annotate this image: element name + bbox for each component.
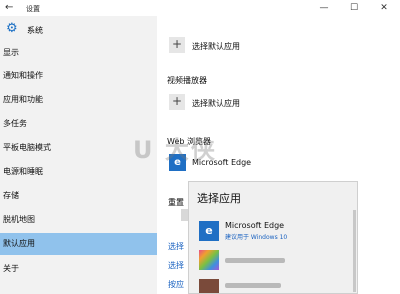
plus-icon[interactable]: + <box>169 94 185 110</box>
choose-app-flyout: 选择应用 e Microsoft Edge 建议用于 Windows 10 <box>188 181 358 294</box>
choose-default-video-app[interactable]: 选择默认应用 <box>192 98 240 109</box>
choose-default-app-link[interactable]: 选择默认应用 <box>192 41 240 52</box>
reset-heading: 重置 <box>168 198 184 207</box>
sidebar-item-offline-maps[interactable]: 脱机地图 <box>0 209 157 231</box>
choose-by-protocol-link[interactable]: 选择 <box>168 260 184 271</box>
sidebar-item-storage[interactable]: 存储 <box>0 185 157 207</box>
blurred-app-name[interactable] <box>225 283 281 288</box>
sidebar-item-about[interactable]: 关于 <box>0 258 157 280</box>
set-defaults-by-app-link[interactable]: 按应 <box>168 279 184 290</box>
app-icon[interactable] <box>199 279 219 293</box>
close-button[interactable]: ✕ <box>369 0 399 16</box>
choose-by-filetype-link[interactable]: 选择 <box>168 241 184 252</box>
sidebar-item-default-apps[interactable]: 默认应用 <box>0 233 157 255</box>
maximize-button[interactable]: ☐ <box>339 0 369 16</box>
video-player-heading: 视频播放器 <box>167 76 207 85</box>
scrollbar[interactable] <box>353 210 356 292</box>
flyout-title: 选择应用 <box>197 192 241 205</box>
minimize-button[interactable]: — <box>309 0 339 16</box>
title-bar: ← 设置 — ☐ ✕ <box>0 0 400 16</box>
app-option-subtitle: 建议用于 Windows 10 <box>225 234 288 241</box>
edge-icon[interactable]: e <box>199 221 219 241</box>
sidebar-header-label: 系统 <box>27 26 43 35</box>
sidebar-item-apps-features[interactable]: 应用和功能 <box>0 89 157 111</box>
back-arrow-icon[interactable]: ← <box>5 2 13 13</box>
gear-icon: ⚙ <box>6 21 18 36</box>
blurred-app-name[interactable] <box>225 258 285 263</box>
sidebar-item-notifications[interactable]: 通知和操作 <box>0 65 157 87</box>
watermark: U 大侠 <box>133 136 217 164</box>
colorful-app-icon[interactable] <box>199 250 219 270</box>
app-option-name[interactable]: Microsoft Edge <box>225 221 284 230</box>
sidebar-item-display[interactable]: 显示 <box>0 42 157 64</box>
plus-icon[interactable]: + <box>169 37 185 53</box>
window-title: 设置 <box>26 5 40 13</box>
